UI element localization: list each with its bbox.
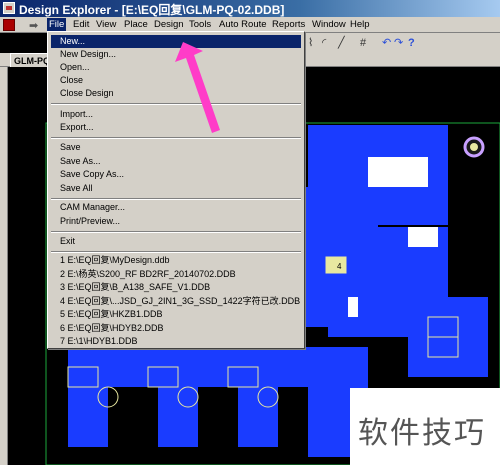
back-arrow-icon[interactable]: ➡ xyxy=(29,19,38,32)
menu-separator xyxy=(51,137,301,139)
menu-new-design[interactable]: New Design... xyxy=(51,48,301,61)
menu-view[interactable]: View xyxy=(94,18,118,32)
document-icon[interactable] xyxy=(3,19,15,31)
line-icon[interactable]: ╱ xyxy=(338,35,345,51)
menu-save-all[interactable]: Save All xyxy=(51,182,301,195)
menu-tools[interactable]: Tools xyxy=(187,18,213,32)
recent-file-6[interactable]: 6 E:\EQ回复\HDYB2.DDB xyxy=(51,322,301,335)
menu-separator xyxy=(51,231,301,233)
undo-icon[interactable]: ↶ xyxy=(382,35,391,51)
menu-close-design[interactable]: Close Design xyxy=(51,87,301,100)
menu-exit[interactable]: Exit xyxy=(51,235,301,248)
menu-import[interactable]: Import... xyxy=(51,108,301,121)
wire-icon[interactable]: ⌇ xyxy=(308,35,313,51)
grid-icon[interactable]: # xyxy=(360,35,366,51)
menu-new[interactable]: New... xyxy=(51,35,301,48)
toolbar: ⌇ ◜ ╱ # ↶ ↷ ? xyxy=(304,33,500,53)
menu-separator xyxy=(51,198,301,200)
menu-separator xyxy=(51,251,301,253)
menu-auto-route[interactable]: Auto Route xyxy=(217,18,269,32)
watermark-text: 软件技巧 xyxy=(358,416,486,451)
menu-print-preview[interactable]: Print/Preview... xyxy=(51,215,301,228)
menu-design[interactable]: Design xyxy=(152,18,186,32)
left-panel xyxy=(0,53,8,465)
recent-file-5[interactable]: 5 E:\EQ回复\HKZB1.DDB xyxy=(51,308,301,321)
recent-file-4[interactable]: 4 E:\EQ回复\...JSD_GJ_2IN1_3G_SSD_1422字符已改… xyxy=(51,295,301,308)
menu-close[interactable]: Close xyxy=(51,74,301,87)
recent-file-3[interactable]: 3 E:\EQ回复\B_A138_SAFE_V1.DDB xyxy=(51,281,301,294)
file-menu-dropdown: New... New Design... Open... Close Close… xyxy=(47,31,305,349)
menu-save-as[interactable]: Save As... xyxy=(51,155,301,168)
app-icon xyxy=(3,2,15,14)
menu-save[interactable]: Save xyxy=(51,141,301,154)
help-icon[interactable]: ? xyxy=(408,35,415,51)
component-label: 4 xyxy=(337,262,342,271)
menu-export[interactable]: Export... xyxy=(51,121,301,134)
menu-save-copy-as[interactable]: Save Copy As... xyxy=(51,168,301,181)
menu-place[interactable]: Place xyxy=(122,18,150,32)
menu-edit[interactable]: Edit xyxy=(71,18,91,32)
arc-icon[interactable]: ◜ xyxy=(322,35,326,51)
menu-file[interactable]: File xyxy=(47,18,67,32)
menu-reports[interactable]: Reports xyxy=(270,18,307,32)
menu-help[interactable]: Help xyxy=(348,18,372,32)
menu-open[interactable]: Open... xyxy=(51,61,301,74)
window-title: Design Explorer - [E:\EQ回复\GLM-PQ-02.DDB… xyxy=(19,3,285,17)
watermark: 软件技巧 xyxy=(350,388,500,465)
menu-cam-manager[interactable]: CAM Manager... xyxy=(51,201,301,214)
recent-file-7[interactable]: 7 E:\1\HDYB1.DDB xyxy=(51,335,301,348)
title-bar: Design Explorer - [E:\EQ回复\GLM-PQ-02.DDB… xyxy=(0,0,500,17)
menu-window[interactable]: Window xyxy=(310,18,348,32)
menu-separator xyxy=(51,103,301,105)
recent-file-2[interactable]: 2 E:\杨英\S200_RF BD2RF_20140702.DDB xyxy=(51,268,301,281)
recent-file-1[interactable]: 1 E:\EQ回复\MyDesign.ddb xyxy=(51,254,301,267)
redo-icon[interactable]: ↷ xyxy=(394,35,403,51)
